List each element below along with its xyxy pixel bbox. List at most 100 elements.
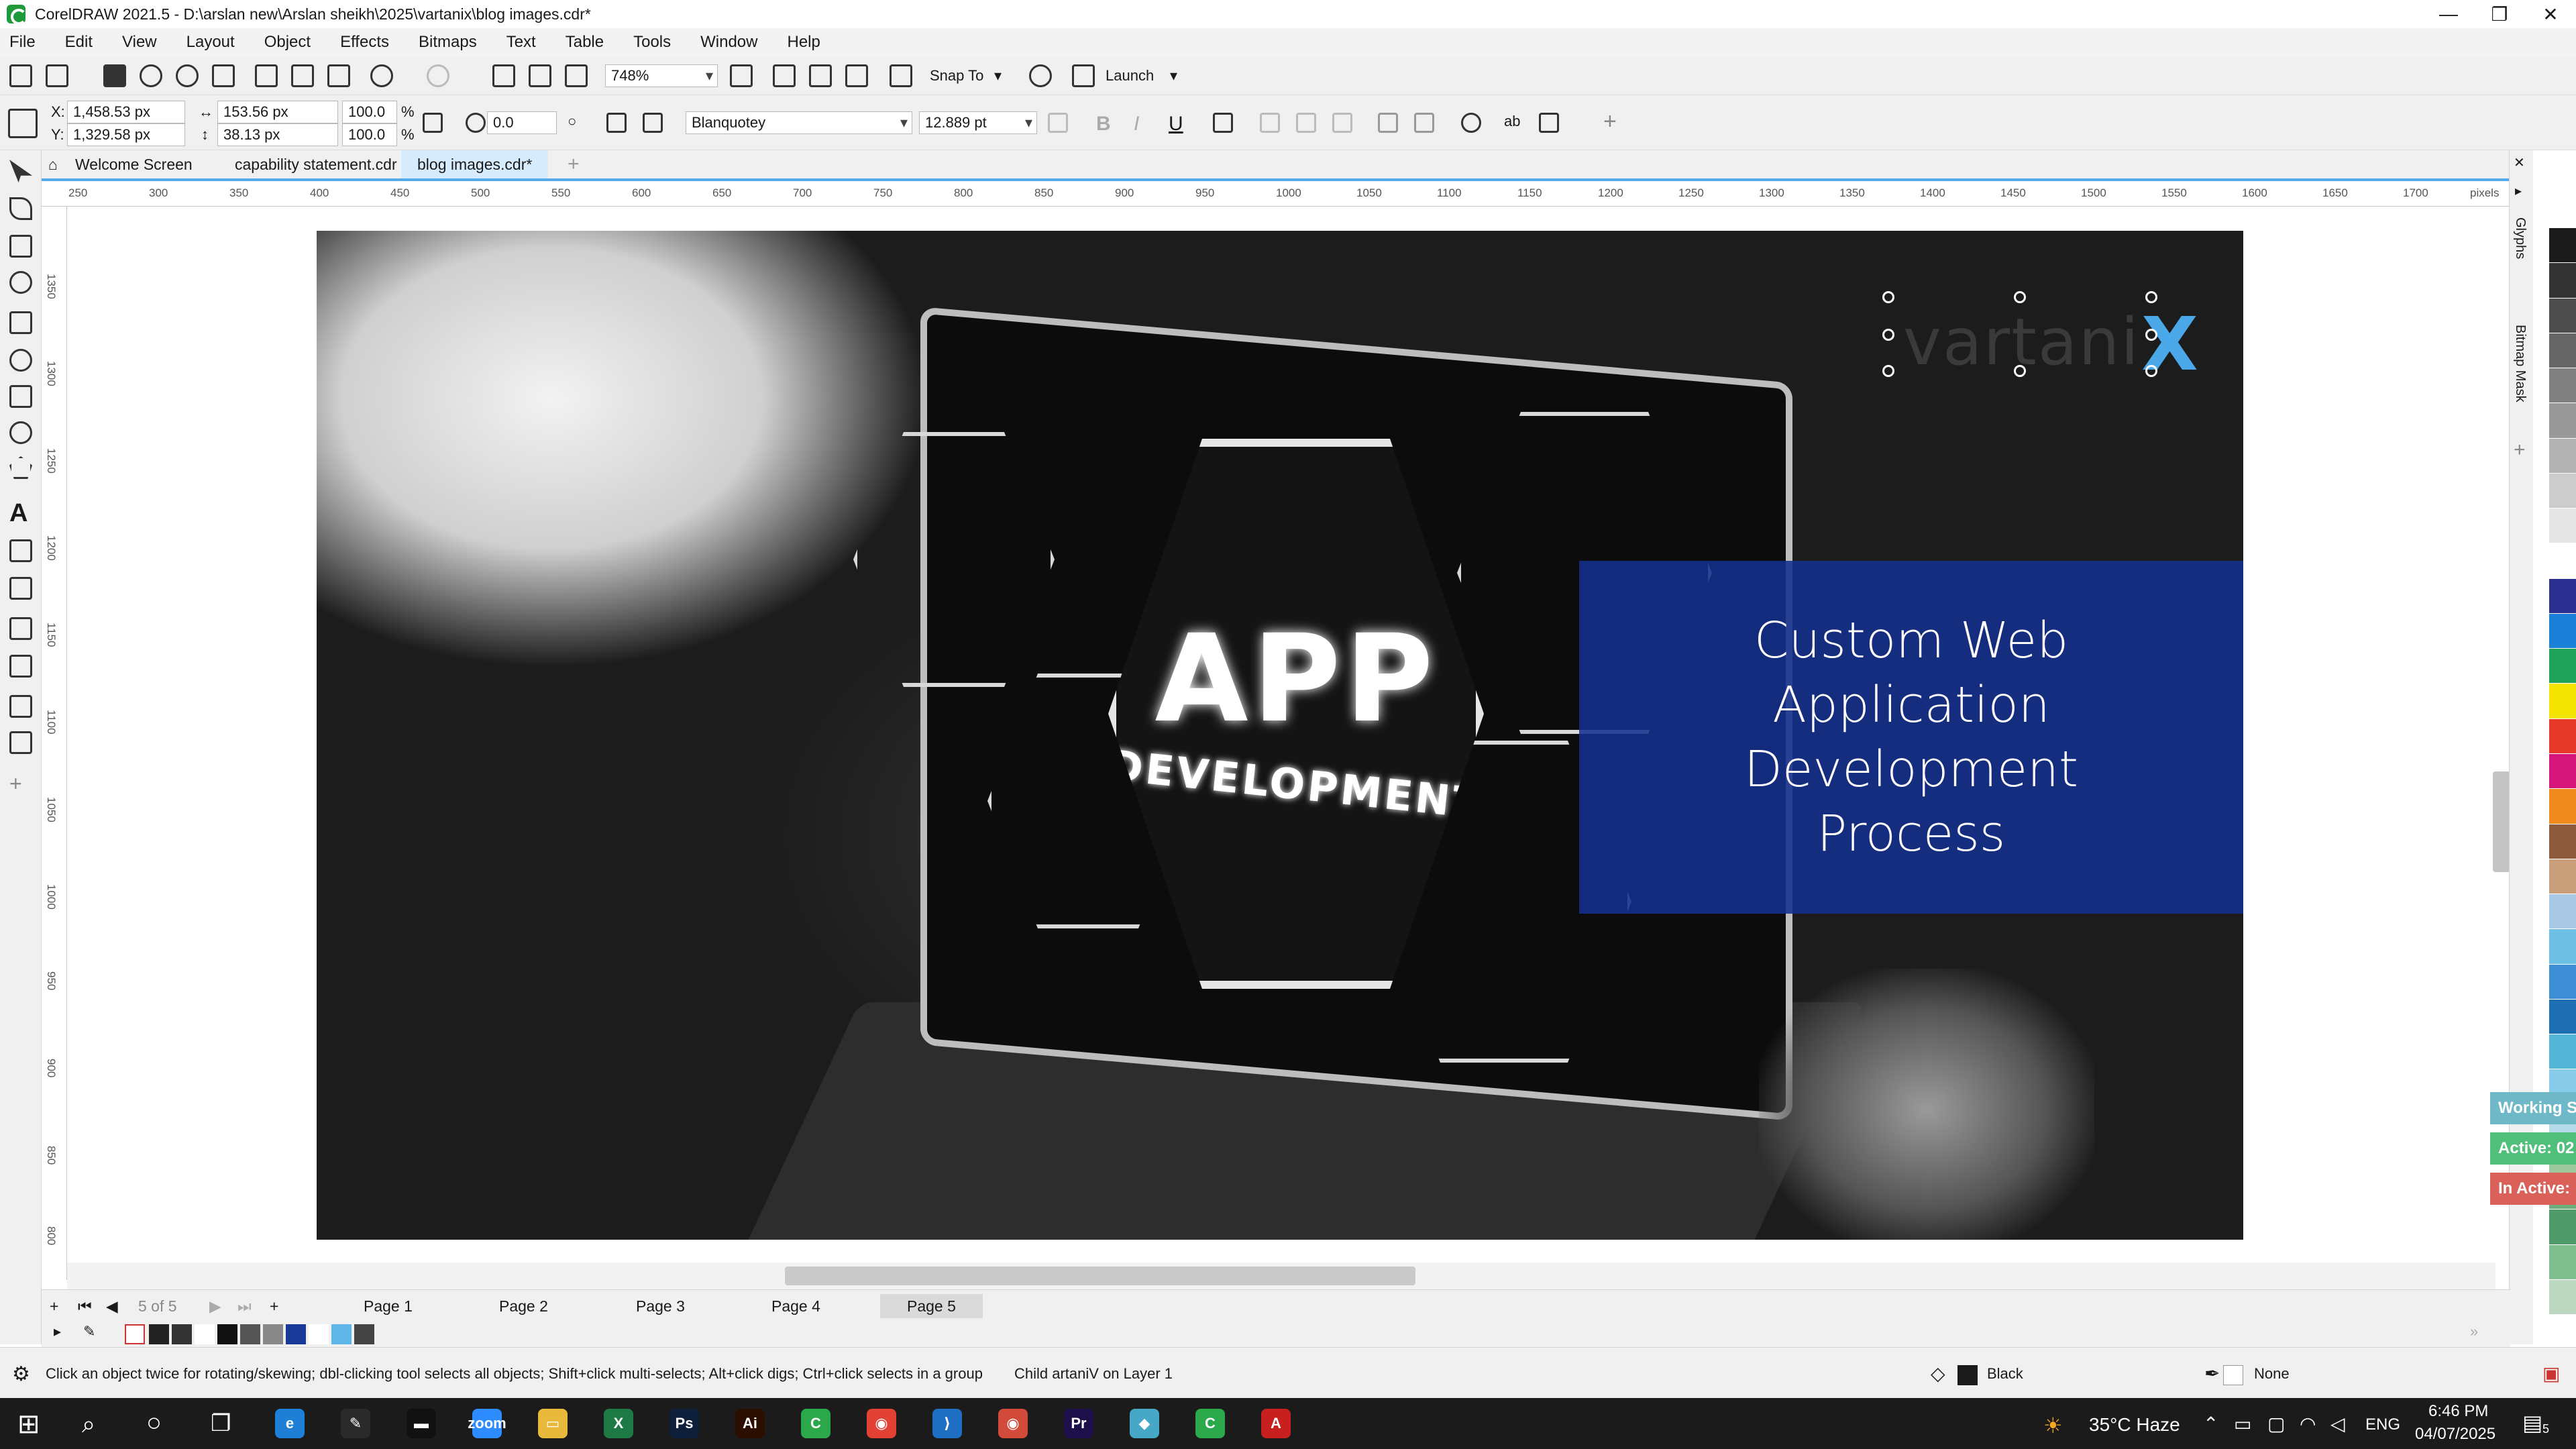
drop-cap-icon[interactable] — [1332, 113, 1352, 133]
pick-tool-icon[interactable] — [9, 160, 32, 182]
undo-icon[interactable] — [370, 64, 393, 87]
italic-button[interactable]: I — [1134, 113, 1139, 136]
menu-text[interactable]: Text — [506, 33, 536, 52]
full-screen-icon[interactable] — [730, 64, 753, 87]
text-properties-icon[interactable] — [1539, 113, 1559, 133]
bullet-list-icon[interactable] — [1260, 113, 1280, 133]
text-tool-icon[interactable]: A — [9, 499, 32, 527]
palette-swatch[interactable] — [2549, 403, 2576, 439]
last-page-icon[interactable]: ⏭ — [231, 1294, 258, 1318]
taskbar-app-icon[interactable]: zoom — [468, 1409, 506, 1438]
taskbar-app-icon[interactable]: Ai — [735, 1409, 765, 1438]
vertical-ruler[interactable]: 1350 1300 1250 1200 1150 1100 1050 1000 … — [42, 207, 67, 1280]
add-page-after-icon[interactable]: + — [263, 1294, 285, 1318]
taskbar-app-icon[interactable]: ◉ — [867, 1409, 896, 1438]
bitmap-mask-docker-tab[interactable]: Bitmap Mask — [2512, 325, 2528, 402]
document-palette-swatch[interactable] — [217, 1324, 237, 1344]
font-family-combo[interactable]: Blanquotey — [686, 111, 912, 134]
horizontal-ruler[interactable]: 250 300 350 400 450 500 550 600 650 700 … — [42, 181, 2510, 207]
tab-welcome-screen[interactable]: Welcome Screen — [59, 150, 209, 178]
palette-swatch[interactable] — [2549, 789, 2576, 824]
snap-to-chevron-icon[interactable]: ▾ — [994, 67, 1002, 85]
transparency-tool-icon[interactable] — [9, 655, 32, 678]
new-document-icon[interactable] — [9, 64, 32, 87]
weather-text[interactable]: 35°C Haze — [2089, 1414, 2180, 1436]
page-tab-4[interactable]: Page 4 — [745, 1294, 847, 1318]
rectangle-tool-icon[interactable] — [9, 385, 32, 408]
text-align-icon[interactable] — [1213, 113, 1233, 133]
taskbar-app-icon[interactable]: ◉ — [998, 1409, 1028, 1438]
outline-color-swatch[interactable] — [2223, 1365, 2243, 1385]
open-folder-icon[interactable] — [46, 64, 68, 87]
show-grid-icon[interactable] — [809, 64, 832, 87]
glyphs-docker-tab[interactable]: Glyphs — [2512, 217, 2528, 259]
document-palette-swatch[interactable] — [172, 1324, 192, 1344]
search-icon[interactable]: ⌕ — [82, 1410, 95, 1439]
first-page-icon[interactable]: ⏮ — [71, 1294, 99, 1318]
add-page-before-icon[interactable]: + — [42, 1294, 66, 1318]
document-palette-swatch[interactable] — [195, 1324, 215, 1344]
palette-swatch[interactable] — [2549, 333, 2576, 369]
palette-swatch[interactable] — [2549, 929, 2576, 965]
taskbar-app-icon[interactable]: ⟩ — [932, 1409, 962, 1438]
taskbar-app-icon[interactable]: ◆ — [1130, 1409, 1159, 1438]
menu-help[interactable]: Help — [787, 33, 820, 52]
no-color-swatch[interactable] — [125, 1324, 145, 1344]
freehand-tool-icon[interactable] — [9, 311, 32, 334]
menu-tools[interactable]: Tools — [633, 33, 671, 52]
minimize-button[interactable]: — — [2423, 0, 2474, 28]
lock-ratio-icon[interactable] — [423, 113, 443, 133]
options-gear-icon[interactable] — [1029, 64, 1052, 87]
palette-swatch[interactable] — [2549, 1244, 2576, 1280]
palette-swatch[interactable] — [2549, 894, 2576, 930]
tab-blog-images[interactable]: blog images.cdr* — [401, 150, 549, 178]
rotation-input[interactable]: 0.0 — [487, 111, 557, 134]
x-position-input[interactable]: 1,458.53 px — [67, 101, 185, 123]
clock-time[interactable]: 6:46 PM — [2428, 1402, 2488, 1421]
taskbar-app-icon[interactable]: C — [801, 1409, 830, 1438]
edit-text-button[interactable]: ab — [1504, 113, 1520, 130]
polygon-tool-icon[interactable] — [9, 456, 32, 479]
page-tab-5[interactable]: Page 5 — [880, 1294, 983, 1318]
add-property-button[interactable]: + — [1603, 109, 1617, 135]
print-icon[interactable] — [212, 64, 235, 87]
maximize-button[interactable]: ❐ — [2474, 0, 2525, 28]
show-rulers-icon[interactable] — [773, 64, 796, 87]
y-position-input[interactable]: 1,329.58 px — [67, 123, 185, 146]
document-palette-swatch[interactable] — [240, 1324, 260, 1344]
palette-swatch[interactable] — [2549, 263, 2576, 299]
decrease-indent-icon[interactable] — [1414, 113, 1434, 133]
taskbar-app-icon[interactable]: ▬ — [407, 1409, 436, 1438]
numbered-list-icon[interactable] — [1296, 113, 1316, 133]
artistic-media-tool-icon[interactable] — [9, 349, 32, 372]
shape-tool-icon[interactable] — [9, 197, 32, 220]
cloud-download-icon[interactable] — [140, 64, 162, 87]
height-input[interactable]: 38.13 px — [217, 123, 338, 146]
snap-off-icon[interactable] — [890, 64, 912, 87]
show-hidden-icons-icon[interactable]: ⌃ — [2203, 1413, 2218, 1435]
selection-handle[interactable] — [2014, 365, 2026, 377]
palette-swatch[interactable] — [2549, 1279, 2576, 1316]
color-proof-icon[interactable]: ▣ — [2542, 1362, 2560, 1385]
page-tab-1[interactable]: Page 1 — [337, 1294, 439, 1318]
blog-image-artwork[interactable]: APP DEVELOPMENT vartani X Custom Web App… — [317, 231, 2243, 1240]
palette-swatch[interactable] — [2549, 1034, 2576, 1070]
horizontal-scrollbar-thumb[interactable] — [785, 1267, 1415, 1285]
selection-handle[interactable] — [2145, 291, 2157, 303]
next-page-icon[interactable]: ▶ — [203, 1294, 228, 1318]
task-view-icon[interactable]: ❐ — [211, 1410, 231, 1437]
previous-page-icon[interactable]: ◀ — [99, 1294, 125, 1318]
taskbar-app-icon[interactable]: ✎ — [341, 1409, 370, 1438]
fill-bucket-icon[interactable]: ◇ — [1931, 1362, 1945, 1385]
outline-pen-icon[interactable]: ✒ — [2204, 1362, 2220, 1385]
selection-handle[interactable] — [1882, 291, 1894, 303]
headline-text[interactable]: Custom Web Application Development Proce… — [1703, 608, 2119, 867]
copy-icon[interactable] — [291, 64, 314, 87]
inactive-status-badge[interactable]: In Active: — [2490, 1173, 2576, 1205]
taskbar-app-icon[interactable]: Pr — [1064, 1409, 1093, 1438]
launch-chevron-icon[interactable]: ▾ — [1170, 67, 1177, 85]
document-palette-swatch[interactable] — [354, 1324, 374, 1344]
selection-handle[interactable] — [2014, 291, 2026, 303]
palette-swatch[interactable] — [2549, 753, 2576, 790]
clock-date[interactable]: 04/07/2025 — [2415, 1425, 2496, 1444]
